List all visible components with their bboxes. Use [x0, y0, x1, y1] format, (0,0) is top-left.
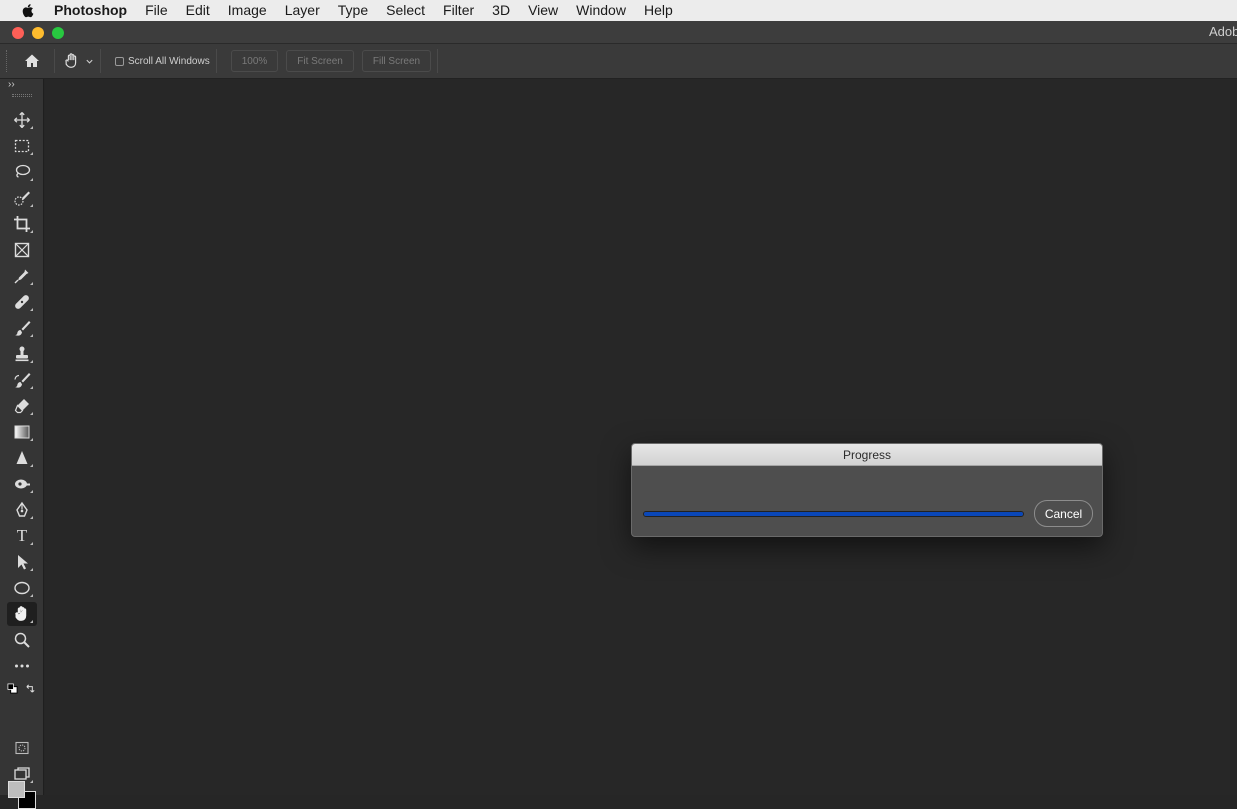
- marquee-icon: [14, 139, 30, 153]
- lasso-tool[interactable]: [7, 160, 37, 184]
- scroll-all-windows-label: Scroll All Windows: [128, 55, 210, 67]
- window-zoom-button[interactable]: [52, 27, 64, 39]
- window-title: Adob: [1209, 24, 1237, 39]
- tools-panel: ›› T: [0, 79, 44, 809]
- gradient-tool[interactable]: [7, 420, 37, 444]
- history-brush-tool[interactable]: [7, 368, 37, 392]
- blur-tool[interactable]: [7, 446, 37, 470]
- checkbox-box[interactable]: [115, 56, 124, 66]
- menu-layer[interactable]: Layer: [276, 0, 329, 21]
- menu-file[interactable]: File: [136, 0, 177, 21]
- menu-app-photoshop[interactable]: Photoshop: [50, 0, 136, 21]
- dodge-tool[interactable]: [7, 472, 37, 496]
- default-colors-button[interactable]: [4, 680, 20, 696]
- chevron-down-icon: [86, 59, 93, 64]
- quick-mask-icon: [15, 741, 29, 755]
- crop-tool[interactable]: [7, 212, 37, 236]
- type-tool[interactable]: T: [7, 524, 37, 548]
- swap-colors-button[interactable]: [22, 680, 38, 696]
- dialog-title: Progress: [632, 444, 1102, 466]
- path-selection-tool[interactable]: [7, 550, 37, 574]
- crop-icon: [14, 216, 30, 232]
- home-button[interactable]: [16, 48, 48, 74]
- hand-icon: [15, 606, 27, 621]
- zoom-tool[interactable]: [7, 628, 37, 652]
- collapse-panel-icon[interactable]: ››: [8, 79, 15, 90]
- zoom-100-button[interactable]: 100%: [230, 50, 279, 72]
- menu-window[interactable]: Window: [567, 0, 635, 21]
- dodge-icon: [15, 479, 30, 489]
- menu-select[interactable]: Select: [377, 0, 434, 21]
- quick-mask-button[interactable]: [7, 736, 37, 760]
- options-bar: Scroll All Windows 100% Fit Screen Fill …: [0, 44, 1237, 79]
- screen-mode-button[interactable]: [7, 762, 37, 786]
- eyedropper-tool[interactable]: [7, 264, 37, 288]
- tools-panel-grip[interactable]: [12, 94, 32, 97]
- apple-icon[interactable]: [20, 3, 36, 19]
- clone-stamp-tool[interactable]: [7, 342, 37, 366]
- quick-selection-icon: [14, 191, 30, 206]
- frame-tool[interactable]: [7, 238, 37, 262]
- menu-type[interactable]: Type: [329, 0, 377, 21]
- default-colors-icon: [7, 683, 18, 694]
- menu-bar: Photoshop File Edit Image Layer Type Sel…: [0, 0, 1237, 21]
- scroll-all-windows-checkbox[interactable]: Scroll All Windows: [115, 56, 210, 67]
- window-minimize-button[interactable]: [32, 27, 44, 39]
- window-title-bar: Adob: [0, 21, 1237, 44]
- menu-3d[interactable]: 3D: [483, 0, 519, 21]
- clone-stamp-icon: [15, 346, 29, 362]
- healing-brush-icon: [15, 295, 29, 309]
- eraser-icon: [14, 399, 29, 414]
- eraser-tool[interactable]: [7, 394, 37, 418]
- quick-selection-tool[interactable]: [7, 186, 37, 210]
- menu-image[interactable]: Image: [219, 0, 276, 21]
- marquee-tool[interactable]: [7, 134, 37, 158]
- progress-bar: [643, 511, 1024, 517]
- menu-view[interactable]: View: [519, 0, 567, 21]
- ellipse-icon: [14, 581, 30, 595]
- more-tools-icon: [15, 664, 29, 668]
- gradient-icon: [14, 425, 30, 439]
- healing-brush-tool[interactable]: [7, 290, 37, 314]
- cancel-button[interactable]: Cancel: [1034, 500, 1093, 527]
- menu-edit[interactable]: Edit: [177, 0, 219, 21]
- options-bar-grip[interactable]: [6, 50, 10, 72]
- options-divider: [54, 49, 55, 73]
- pen-tool[interactable]: [7, 498, 37, 522]
- pen-icon: [16, 501, 28, 517]
- screen-mode-icon: [14, 767, 30, 780]
- options-divider: [100, 49, 101, 73]
- swap-colors-icon: [25, 683, 35, 693]
- lasso-icon: [15, 164, 31, 178]
- ellipse-tool[interactable]: [7, 576, 37, 600]
- fill-screen-button[interactable]: Fill Screen: [361, 50, 432, 72]
- eyedropper-icon: [14, 269, 29, 284]
- tool-preset-picker[interactable]: [63, 52, 94, 70]
- home-icon: [25, 54, 39, 67]
- blur-icon: [16, 451, 28, 464]
- canvas-area: [45, 79, 1237, 795]
- move-icon: [14, 112, 30, 128]
- menu-help[interactable]: Help: [635, 0, 682, 21]
- history-brush-icon: [14, 373, 31, 388]
- brush-icon: [15, 321, 31, 336]
- progress-bar-fill: [644, 512, 1023, 516]
- options-divider: [215, 49, 217, 73]
- frame-icon: [14, 242, 30, 258]
- hand-tool[interactable]: [7, 602, 37, 626]
- more-tools-button[interactable]: [7, 654, 37, 678]
- hand-icon: [65, 53, 77, 68]
- menu-filter[interactable]: Filter: [434, 0, 483, 21]
- path-selection-icon: [18, 555, 28, 570]
- move-tool[interactable]: [7, 108, 37, 132]
- zoom-icon: [14, 632, 30, 648]
- options-divider: [437, 49, 439, 73]
- window-close-button[interactable]: [12, 27, 24, 39]
- fit-screen-button[interactable]: Fit Screen: [286, 50, 354, 72]
- brush-tool[interactable]: [7, 316, 37, 340]
- progress-dialog: Progress Cancel: [631, 443, 1103, 537]
- type-icon: T: [16, 526, 28, 545]
